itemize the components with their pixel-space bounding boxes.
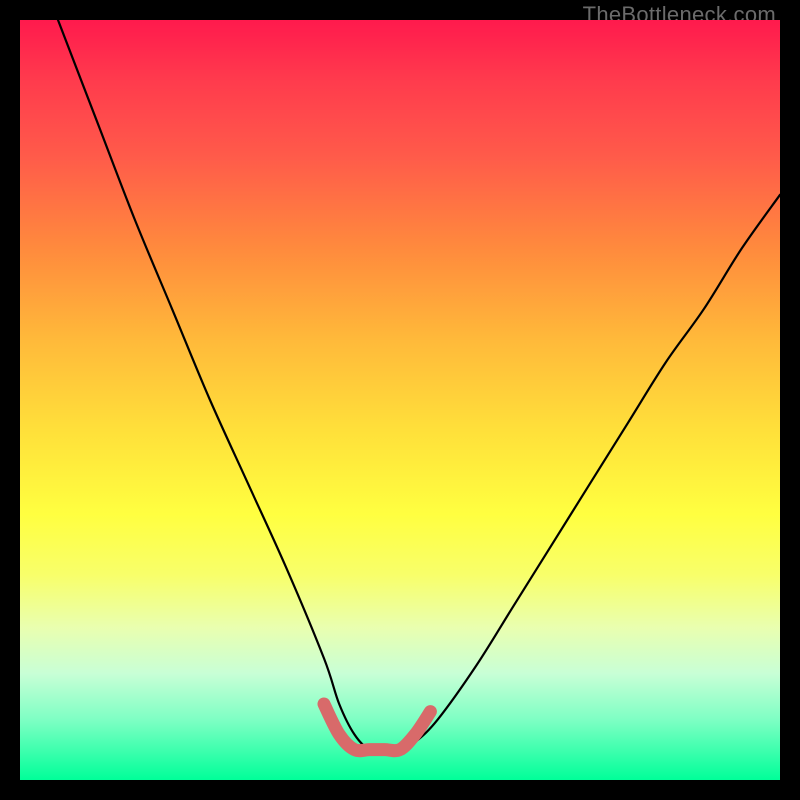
- plot-area: [20, 20, 780, 780]
- chart-frame: TheBottleneck.com: [0, 0, 800, 800]
- highlight-band-line: [324, 704, 430, 751]
- curve-svg: [20, 20, 780, 780]
- bottleneck-curve-line: [58, 20, 780, 751]
